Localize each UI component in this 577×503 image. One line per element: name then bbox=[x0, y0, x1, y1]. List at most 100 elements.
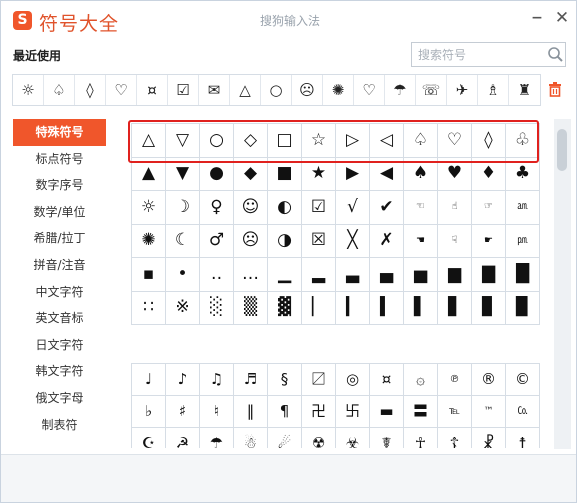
sidebar-item-category[interactable]: 拼音/注音 bbox=[13, 252, 106, 279]
symbol-cell[interactable]: ◆ bbox=[234, 157, 268, 191]
symbol-cell[interactable]: ▎ bbox=[336, 291, 370, 325]
symbol-cell[interactable]: ▼ bbox=[166, 157, 200, 191]
symbol-cell[interactable]: ◎ bbox=[336, 364, 370, 396]
symbol-cell[interactable]: ╳ bbox=[336, 224, 370, 258]
symbol-cell[interactable]: ☪ bbox=[132, 428, 166, 448]
symbol-cell[interactable]: ♫ bbox=[200, 364, 234, 396]
symbol-cell[interactable]: ♠ bbox=[404, 157, 438, 191]
recent-symbol[interactable]: ♡ bbox=[106, 75, 137, 105]
symbol-cell[interactable]: □ bbox=[268, 124, 302, 158]
symbol-cell[interactable]: ★ bbox=[302, 157, 336, 191]
symbol-cell[interactable]: ☺ bbox=[234, 191, 268, 225]
symbol-cell[interactable]: § bbox=[268, 364, 302, 396]
symbol-cell[interactable]: ♂ bbox=[200, 224, 234, 258]
symbol-cell[interactable]: ☾ bbox=[166, 224, 200, 258]
symbol-cell[interactable]: 卐 bbox=[336, 396, 370, 428]
recent-symbol[interactable]: ♤ bbox=[44, 75, 75, 105]
minimize-button[interactable]: − bbox=[529, 10, 545, 26]
recent-symbol[interactable]: ☑ bbox=[168, 75, 199, 105]
symbol-cell[interactable]: ◑ bbox=[268, 224, 302, 258]
scroll-thumb[interactable] bbox=[557, 129, 567, 171]
symbol-cell[interactable]: ☄ bbox=[268, 428, 302, 448]
scrollbar[interactable] bbox=[554, 119, 571, 449]
symbol-cell[interactable]: ☧ bbox=[472, 428, 506, 448]
symbol-cell[interactable]: ㏇ bbox=[506, 396, 540, 428]
symbol-cell[interactable]: █ bbox=[506, 258, 540, 292]
symbol-cell[interactable]: ㏘ bbox=[506, 224, 540, 258]
recent-symbol[interactable]: ☹ bbox=[292, 75, 323, 105]
symbol-cell[interactable]: ♭ bbox=[132, 396, 166, 428]
sidebar-item-category[interactable]: 标点符号 bbox=[13, 146, 106, 173]
symbol-cell[interactable]: ▍ bbox=[370, 291, 404, 325]
recent-symbol[interactable]: ○ bbox=[261, 75, 292, 105]
symbol-cell[interactable]: ▉ bbox=[506, 291, 540, 325]
symbol-cell[interactable]: ▒ bbox=[234, 291, 268, 325]
recent-symbol[interactable]: ☼ bbox=[13, 75, 44, 105]
symbol-cell[interactable]: 〓 bbox=[404, 396, 438, 428]
symbol-cell[interactable]: ◇ bbox=[234, 124, 268, 158]
symbol-cell[interactable]: ☭ bbox=[166, 428, 200, 448]
trash-icon[interactable] bbox=[547, 81, 563, 97]
recent-symbol[interactable]: ✺ bbox=[323, 75, 354, 105]
symbol-cell[interactable]: ※ bbox=[166, 291, 200, 325]
symbol-cell[interactable]: ♯ bbox=[166, 396, 200, 428]
symbol-cell[interactable]: ‖ bbox=[234, 396, 268, 428]
symbol-cell[interactable]: ▪ bbox=[132, 258, 166, 292]
symbol-cell[interactable]: ♣ bbox=[506, 157, 540, 191]
search-box[interactable] bbox=[411, 42, 566, 67]
symbol-cell[interactable]: ♮ bbox=[200, 396, 234, 428]
symbol-cell[interactable]: ▬ bbox=[370, 396, 404, 428]
symbol-cell[interactable]: ▌ bbox=[404, 291, 438, 325]
symbol-cell[interactable]: ▽ bbox=[166, 124, 200, 158]
symbol-cell[interactable]: ‥ bbox=[200, 258, 234, 292]
symbol-cell[interactable]: ▏ bbox=[302, 291, 336, 325]
sidebar-item-category[interactable]: 英文音标 bbox=[13, 305, 106, 332]
symbol-cell[interactable]: ㏂ bbox=[506, 191, 540, 225]
sidebar-item-category[interactable]: 数学/单位 bbox=[13, 199, 106, 226]
symbol-cell[interactable]: ● bbox=[200, 157, 234, 191]
recent-symbol[interactable]: ◊ bbox=[75, 75, 106, 105]
symbol-cell[interactable]: √ bbox=[336, 191, 370, 225]
symbol-cell[interactable]: ¶ bbox=[268, 396, 302, 428]
symbol-cell[interactable]: ▲ bbox=[132, 157, 166, 191]
sidebar-item-category[interactable]: 制表符 bbox=[13, 412, 106, 439]
sidebar-item-category[interactable]: 特殊符号 bbox=[13, 119, 106, 146]
sidebar-item-category[interactable]: 俄文字母 bbox=[13, 385, 106, 412]
sidebar-item-category[interactable]: 希腊/拉丁 bbox=[13, 225, 106, 252]
symbol-cell[interactable]: © bbox=[506, 364, 540, 396]
symbol-cell[interactable]: ☝ bbox=[438, 191, 472, 225]
symbol-cell[interactable]: ۞ bbox=[404, 364, 438, 396]
sidebar-item-category[interactable]: 数字序号 bbox=[13, 172, 106, 199]
symbol-cell[interactable]: ▇ bbox=[472, 258, 506, 292]
symbol-cell[interactable]: ☼ bbox=[132, 191, 166, 225]
recent-symbol[interactable]: ✉ bbox=[199, 75, 230, 105]
symbol-cell[interactable]: ♪ bbox=[166, 364, 200, 396]
symbol-cell[interactable]: ☣ bbox=[336, 428, 370, 448]
symbol-cell[interactable]: ☞ bbox=[472, 191, 506, 225]
sidebar-item-category[interactable]: 韩文字符 bbox=[13, 358, 106, 385]
symbol-cell[interactable]: ▃ bbox=[336, 258, 370, 292]
symbol-cell[interactable]: ☦ bbox=[438, 428, 472, 448]
symbol-cell[interactable]: ▂ bbox=[302, 258, 336, 292]
symbol-cell[interactable]: ▆ bbox=[438, 258, 472, 292]
symbol-cell[interactable]: ▶ bbox=[336, 157, 370, 191]
symbol-cell[interactable]: ♤ bbox=[404, 124, 438, 158]
symbol-cell[interactable]: ℗ bbox=[438, 364, 472, 396]
symbol-cell[interactable]: ♀ bbox=[200, 191, 234, 225]
symbol-cell[interactable]: ♧ bbox=[506, 124, 540, 158]
recent-symbol[interactable]: ¤ bbox=[137, 75, 168, 105]
symbol-cell[interactable]: … bbox=[234, 258, 268, 292]
symbol-cell[interactable]: ☑ bbox=[302, 191, 336, 225]
symbol-cell[interactable]: ♩ bbox=[132, 364, 166, 396]
symbol-cell[interactable]: ▅ bbox=[404, 258, 438, 292]
symbol-cell[interactable]: ☽ bbox=[166, 191, 200, 225]
symbol-cell[interactable]: ☆ bbox=[302, 124, 336, 158]
search-icon[interactable] bbox=[547, 46, 564, 63]
symbol-cell[interactable]: ☥ bbox=[404, 428, 438, 448]
symbol-cell[interactable]: ■ bbox=[268, 157, 302, 191]
symbol-cell[interactable]: ☤ bbox=[370, 428, 404, 448]
symbol-cell[interactable]: ▁ bbox=[268, 258, 302, 292]
symbol-cell[interactable]: 卍 bbox=[302, 396, 336, 428]
recent-symbol[interactable]: ♡ bbox=[354, 75, 385, 105]
symbol-cell[interactable]: ▊ bbox=[472, 291, 506, 325]
